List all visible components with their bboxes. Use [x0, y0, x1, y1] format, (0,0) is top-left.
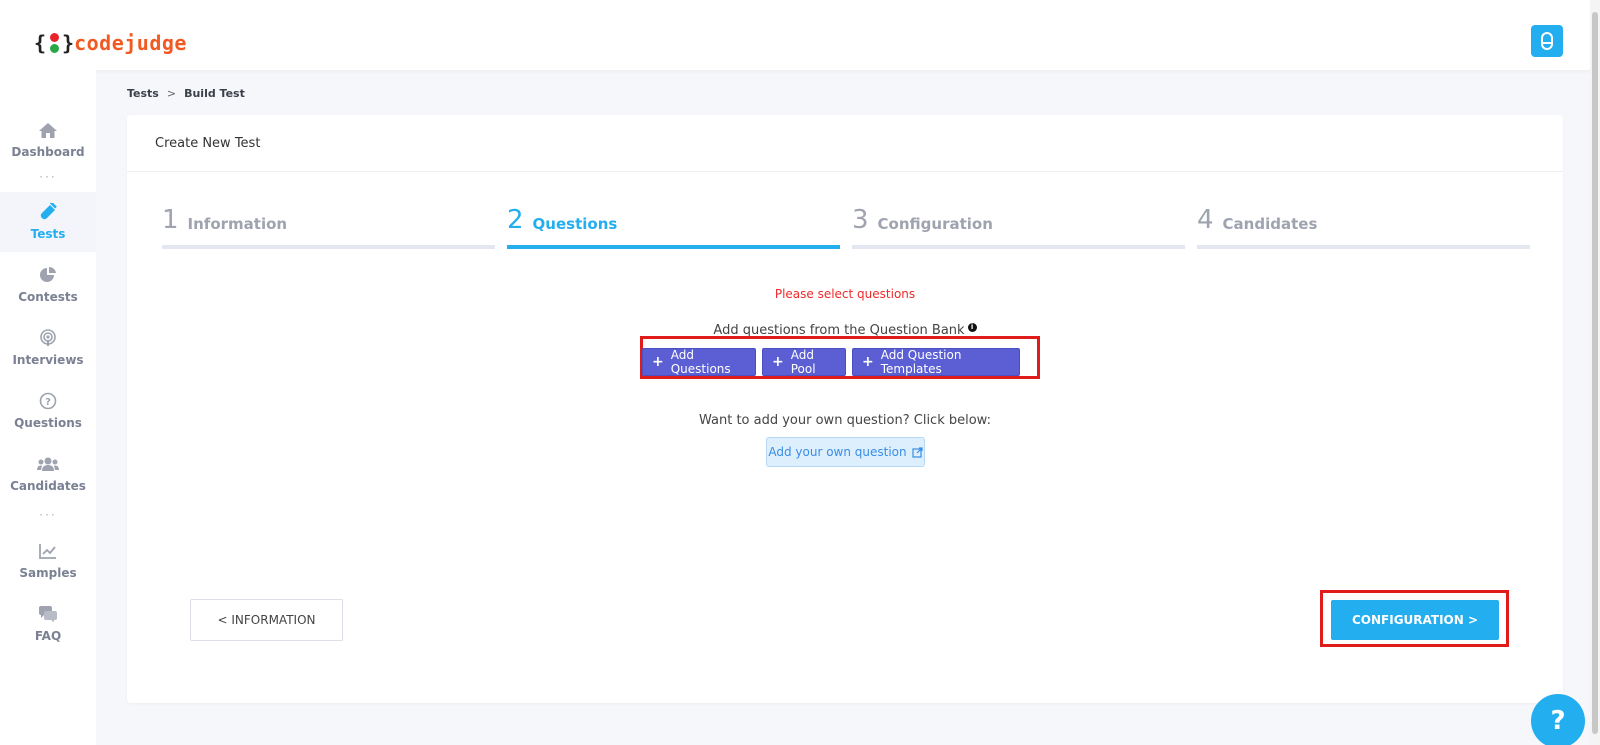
question-circle-icon: ?: [39, 392, 57, 410]
top-bar: { } codejudge: [0, 0, 1600, 70]
scrollbar[interactable]: [1590, 0, 1600, 745]
add-pool-button[interactable]: + Add Pool: [762, 348, 846, 376]
user-icon: [1541, 32, 1553, 50]
step-information[interactable]: 1 Information: [162, 205, 495, 249]
step-number: 3: [852, 205, 869, 235]
create-test-card: Create New Test 1 Information 2 Question…: [127, 115, 1563, 703]
button-label: Add your own question: [768, 445, 907, 459]
help-button[interactable]: ?: [1531, 694, 1585, 745]
card-header: Create New Test: [127, 115, 1563, 172]
add-own-question-button[interactable]: Add your own question: [766, 437, 925, 467]
logo-brace-open: {: [34, 31, 47, 55]
pie-chart-icon: [39, 266, 57, 284]
button-label: Add Questions: [670, 348, 731, 376]
sidebar-item-contests[interactable]: Contests: [0, 255, 96, 315]
question-bank-buttons: + Add Questions + Add Pool + Add Questio…: [642, 348, 1020, 376]
add-question-templates-button[interactable]: + Add Question Templates: [852, 348, 1020, 376]
podcast-icon: [39, 329, 57, 347]
step-candidates[interactable]: 4 Candidates: [1197, 205, 1530, 249]
next-step-button[interactable]: CONFIGURATION >: [1331, 600, 1499, 640]
sidebar-item-label: Questions: [14, 416, 82, 430]
add-questions-button[interactable]: + Add Questions: [642, 348, 756, 376]
logo-brace-close: }: [62, 31, 75, 55]
breadcrumb-item-tests[interactable]: Tests: [127, 87, 159, 100]
sidebar-item-label: Tests: [30, 227, 66, 241]
step-number: 1: [162, 205, 179, 235]
step-questions[interactable]: 2 Questions: [507, 205, 840, 249]
test-tube-icon: [39, 203, 57, 221]
breadcrumb-separator: >: [166, 87, 177, 100]
previous-step-button[interactable]: < INFORMATION: [190, 599, 343, 641]
sidebar-item-interviews[interactable]: Interviews: [0, 318, 96, 378]
scrollbar-thumb[interactable]: [1592, 12, 1598, 734]
button-label: Add Question Templates: [880, 348, 962, 376]
step-number: 2: [507, 205, 524, 235]
home-icon: [38, 121, 58, 139]
sidebar-item-label: Dashboard: [11, 145, 85, 159]
info-icon[interactable]: i: [967, 323, 977, 332]
nav-separator: ···: [39, 170, 57, 184]
sidebar-item-label: Contests: [18, 290, 78, 304]
plus-icon: +: [862, 354, 874, 370]
sidebar-item-label: Candidates: [10, 479, 86, 493]
step-label: Information: [187, 215, 288, 233]
plus-icon: +: [772, 354, 784, 370]
validation-warning: Please select questions: [774, 287, 916, 301]
logo-wordmark: codejudge: [74, 31, 187, 55]
page-title: Create New Test: [155, 135, 261, 151]
sidebar-item-label: Interviews: [12, 353, 84, 367]
step-configuration[interactable]: 3 Configuration: [852, 205, 1185, 249]
sidebar-item-dashboard[interactable]: Dashboard: [0, 110, 96, 170]
step-label: Configuration: [877, 215, 993, 233]
sidebar-item-label: FAQ: [34, 629, 62, 643]
profile-button[interactable]: [1531, 25, 1563, 57]
nav-separator: ···: [39, 508, 57, 522]
comments-icon: [38, 605, 58, 623]
sidebar-item-tests[interactable]: Tests: [0, 192, 96, 252]
button-label: Add Pool: [790, 348, 816, 376]
sidebar-item-candidates[interactable]: Candidates: [0, 444, 96, 504]
codejudge-logo[interactable]: { } codejudge: [34, 28, 187, 58]
sidebar-item-label: Samples: [19, 566, 77, 580]
sidebar-item-samples[interactable]: Samples: [0, 531, 96, 591]
sidebar: Dashboard ··· Tests Contests Interviews …: [0, 70, 96, 745]
step-label: Questions: [532, 215, 618, 233]
sidebar-item-questions[interactable]: ? Questions: [0, 381, 96, 441]
line-chart-icon: [39, 542, 57, 560]
step-label: Candidates: [1222, 215, 1318, 233]
svg-text:?: ?: [45, 397, 51, 408]
breadcrumb-item-build-test: Build Test: [184, 87, 245, 100]
own-question-label: Want to add your own question? Click bel…: [699, 413, 991, 428]
external-link-icon: [912, 446, 923, 458]
step-number: 4: [1197, 205, 1214, 235]
plus-icon: +: [652, 354, 664, 370]
users-icon: [37, 455, 59, 473]
breadcrumb: Tests > Build Test: [127, 87, 245, 100]
sidebar-item-faq[interactable]: FAQ: [0, 594, 96, 654]
logo-traffic-dots: [47, 31, 61, 55]
